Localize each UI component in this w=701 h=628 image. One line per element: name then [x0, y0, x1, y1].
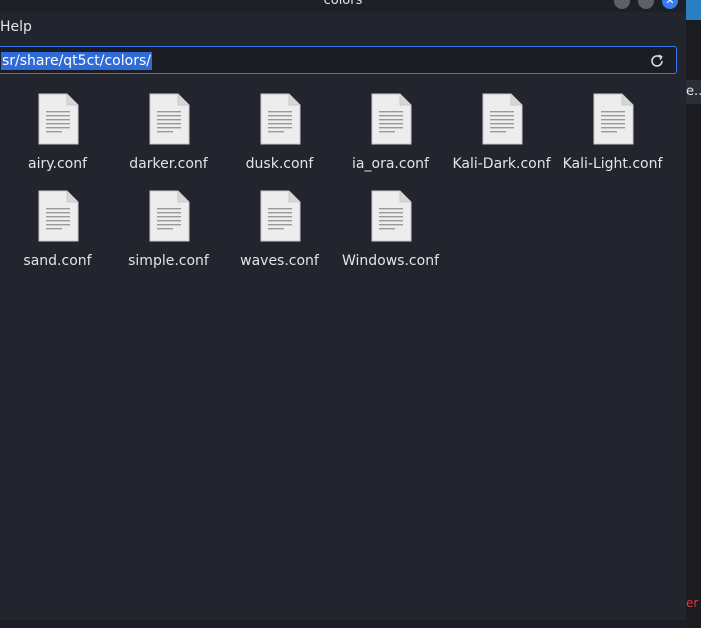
background-window-edge: e... er — [686, 0, 701, 628]
text-file-icon — [260, 93, 301, 145]
file-item[interactable]: Kali-Light.conf — [557, 80, 668, 172]
menu-help[interactable]: Help — [0, 19, 32, 35]
file-item[interactable]: waves.conf — [224, 177, 335, 269]
location-bar[interactable]: sr/share/qt5ct/colors/ — [0, 46, 677, 74]
text-file-icon — [593, 93, 634, 145]
file-item[interactable]: ia_ora.conf — [335, 80, 446, 172]
background-titlebar — [686, 0, 701, 20]
text-file-icon — [149, 93, 190, 145]
file-name: Windows.conf — [341, 253, 439, 269]
file-name: dusk.conf — [245, 156, 314, 172]
file-item[interactable]: dusk.conf — [224, 80, 335, 172]
file-name: Kali-Dark.conf — [452, 156, 551, 172]
location-path[interactable]: sr/share/qt5ct/colors/ — [1, 52, 152, 70]
background-tab: e... — [686, 80, 701, 104]
file-item[interactable]: airy.conf — [2, 80, 113, 172]
text-file-icon — [371, 190, 412, 242]
text-file-icon — [38, 93, 79, 145]
file-name: darker.conf — [129, 156, 208, 172]
text-file-icon — [149, 190, 190, 242]
file-item[interactable]: darker.conf — [113, 80, 224, 172]
text-file-icon — [371, 93, 412, 145]
file-name: sand.conf — [23, 253, 92, 269]
file-name: ia_ora.conf — [352, 156, 429, 172]
file-name: Kali-Light.conf — [562, 156, 663, 172]
background-red-text: er — [686, 596, 699, 610]
file-grid: airy.conf darker.conf dusk.conf ia_ora.conf… — [0, 80, 686, 620]
window-bottom-edge — [0, 620, 686, 628]
file-name: airy.conf — [27, 156, 88, 172]
file-item[interactable]: simple.conf — [113, 177, 224, 269]
close-icon: ✕ — [665, 0, 675, 7]
text-file-icon — [482, 93, 523, 145]
text-file-icon — [38, 190, 79, 242]
reload-icon[interactable] — [648, 52, 666, 70]
file-item[interactable]: sand.conf — [2, 177, 113, 269]
file-name: simple.conf — [128, 253, 209, 269]
file-item[interactable]: Kali-Dark.conf — [446, 80, 557, 172]
file-name: waves.conf — [240, 253, 319, 269]
window-title: colors — [323, 0, 363, 8]
text-file-icon — [260, 190, 301, 242]
file-dialog-window: colors ✕ Help sr/share/qt5ct/colors/ air… — [0, 0, 686, 628]
file-item[interactable]: Windows.conf — [335, 177, 446, 269]
title-bar[interactable]: colors ✕ — [0, 0, 686, 12]
menu-bar: Help — [0, 12, 686, 44]
